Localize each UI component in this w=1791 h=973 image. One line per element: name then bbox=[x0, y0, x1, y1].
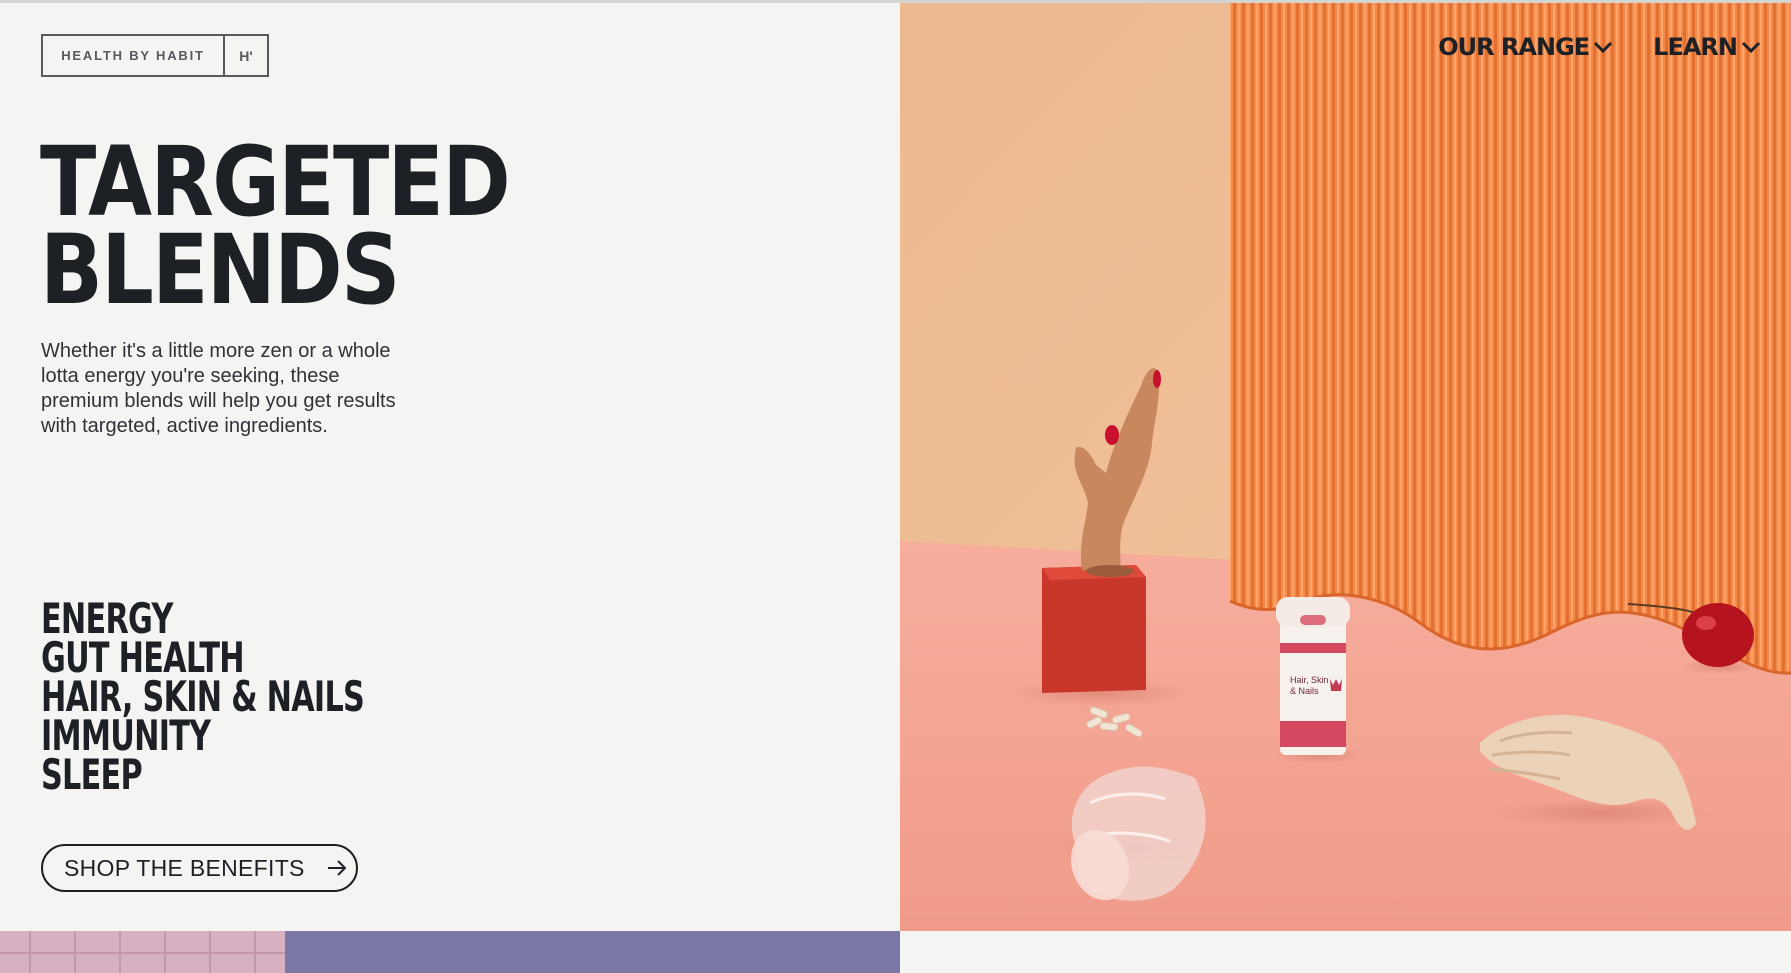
nav-our-range-label: OUR RANGE bbox=[1438, 33, 1590, 61]
arrow-right-icon bbox=[327, 860, 347, 876]
brand-logo[interactable]: HEALTH BY HABIT H' bbox=[41, 34, 269, 77]
nav-learn-label: LEARN bbox=[1653, 33, 1738, 61]
main-nav: OUR RANGE LEARN bbox=[1438, 33, 1761, 61]
next-section-image bbox=[0, 931, 900, 973]
tiled-wall-illustration bbox=[0, 931, 900, 973]
nav-our-range[interactable]: OUR RANGE bbox=[1438, 33, 1613, 61]
benefits-list: ENERGY GUT HEALTH HAIR, SKIN & NAILS IMM… bbox=[41, 598, 490, 796]
hero-title-line-1: TARGETED bbox=[40, 126, 511, 238]
product-label-line-1: Hair, Skin bbox=[1290, 675, 1329, 685]
nav-learn[interactable]: LEARN bbox=[1653, 33, 1761, 61]
benefit-link-sleep[interactable]: SLEEP bbox=[41, 754, 364, 796]
hero-title: TARGETED BLENDS bbox=[40, 126, 511, 326]
hero-title-line-2: BLENDS bbox=[40, 214, 400, 326]
next-section-blank bbox=[900, 931, 1791, 973]
product-label-line-2: & Nails bbox=[1290, 686, 1319, 696]
shop-the-benefits-label: SHOP THE BENEFITS bbox=[64, 854, 305, 881]
brand-mark: H' bbox=[239, 47, 253, 64]
shop-the-benefits-button[interactable]: SHOP THE BENEFITS bbox=[41, 844, 358, 892]
chevron-down-icon bbox=[1741, 41, 1761, 54]
hero-image: Hair, Skin & Nails OUR RANGE LEARN bbox=[900, 3, 1791, 931]
hero-description: Whether it's a little more zen or a whol… bbox=[41, 340, 396, 437]
hero-content-panel: HEALTH BY HABIT H' TARGETED BLENDS Wheth… bbox=[0, 3, 900, 931]
brand-name: HEALTH BY HABIT bbox=[43, 36, 225, 75]
chevron-down-icon bbox=[1594, 41, 1613, 54]
product-scene-illustration: Hair, Skin & Nails bbox=[900, 3, 1791, 931]
